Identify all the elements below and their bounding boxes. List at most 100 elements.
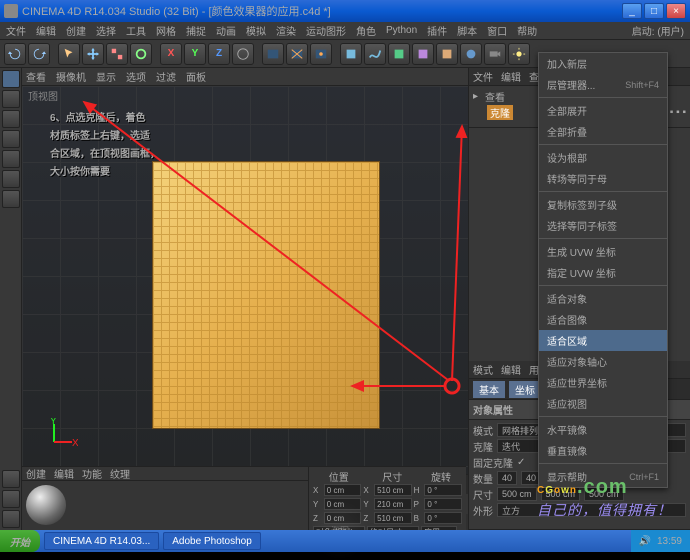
menu-char[interactable]: 角色	[356, 23, 376, 38]
ctx-item[interactable]: 适合对象	[539, 288, 667, 309]
light-button[interactable]	[508, 43, 530, 65]
edge-mode[interactable]	[2, 150, 20, 168]
menu-mesh[interactable]: 网格	[156, 23, 176, 38]
maximize-button[interactable]: □	[644, 3, 664, 19]
ctx-item[interactable]: 适应世界坐标	[539, 372, 667, 393]
render-clip[interactable]	[286, 43, 308, 65]
vp-filter[interactable]: 过滤	[156, 69, 176, 84]
attr-fix-check[interactable]: ✓	[517, 457, 525, 468]
ctx-item[interactable]: 适应对象轴心	[539, 351, 667, 372]
minimize-button[interactable]: _	[622, 3, 642, 19]
box-button[interactable]	[2, 510, 20, 528]
redo-button[interactable]	[28, 43, 50, 65]
system-tray[interactable]: 🔊 13:59	[631, 530, 690, 552]
coord-field[interactable]: 0 °	[424, 498, 462, 510]
om-item[interactable]: 查看	[485, 89, 505, 104]
ctx-item[interactable]: 水平镜像	[539, 419, 667, 440]
x-lock[interactable]: X	[160, 43, 182, 65]
modeling-button[interactable]	[412, 43, 434, 65]
poly-mode[interactable]	[2, 170, 20, 188]
menu-script[interactable]: 脚本	[457, 23, 477, 38]
y-lock[interactable]: Y	[184, 43, 206, 65]
vp-camera[interactable]: 摄像机	[56, 69, 86, 84]
ctx-item[interactable]: 加入新层	[539, 53, 667, 74]
workplane-button[interactable]	[2, 490, 20, 508]
menu-render[interactable]: 渲染	[276, 23, 296, 38]
menu-plugin[interactable]: 插件	[427, 23, 447, 38]
cloner-object[interactable]	[152, 161, 380, 429]
material-preview[interactable]	[26, 485, 66, 525]
ctx-item[interactable]: 全部折叠	[539, 121, 667, 142]
start-button[interactable]: 开始	[0, 530, 40, 552]
menu-create[interactable]: 创建	[66, 23, 86, 38]
menu-edit[interactable]: 编辑	[36, 23, 56, 38]
ctx-item[interactable]: 转场等同于母	[539, 168, 667, 189]
vp-display[interactable]: 显示	[96, 69, 116, 84]
coord-field[interactable]: 0 cm	[324, 498, 362, 510]
ctx-item[interactable]: 适合图像	[539, 309, 667, 330]
om-tab-file[interactable]: 文件	[473, 69, 493, 84]
attr-tab-mode[interactable]: 模式	[473, 362, 493, 377]
axis-mode[interactable]	[2, 110, 20, 128]
om-item-cloner[interactable]: 克隆	[487, 105, 513, 120]
select-tool[interactable]	[58, 43, 80, 65]
close-button[interactable]: ×	[666, 3, 686, 19]
menu-anim[interactable]: 动画	[216, 23, 236, 38]
undo-button[interactable]	[4, 43, 26, 65]
menu-sim[interactable]: 模拟	[246, 23, 266, 38]
om-tab-edit[interactable]: 编辑	[501, 69, 521, 84]
camera-button[interactable]	[484, 43, 506, 65]
ctx-item[interactable]: 适应视图	[539, 393, 667, 414]
coord-field[interactable]: 0 °	[424, 484, 462, 496]
ctx-item[interactable]: 垂直镜像	[539, 440, 667, 461]
menu-snap[interactable]: 捕捉	[186, 23, 206, 38]
tray-icon[interactable]: 🔊	[639, 536, 651, 547]
menu-mograph[interactable]: 运动图形	[306, 23, 346, 38]
menu-help[interactable]: 帮助	[517, 23, 537, 38]
coord-field[interactable]: 510 cm	[374, 484, 412, 496]
ctx-item[interactable]: 设为根部	[539, 147, 667, 168]
scale-tool[interactable]	[106, 43, 128, 65]
task-c4d[interactable]: CINEMA 4D R14.03...	[44, 532, 159, 550]
coord-field[interactable]: 0 °	[424, 512, 462, 524]
task-photoshop[interactable]: Adobe Photoshop	[163, 532, 261, 550]
point-mode[interactable]	[2, 130, 20, 148]
move-tool[interactable]	[82, 43, 104, 65]
ctx-item[interactable]: 生成 UVW 坐标	[539, 241, 667, 262]
render-view[interactable]	[262, 43, 284, 65]
object-mode[interactable]	[2, 90, 20, 108]
vp-options[interactable]: 选项	[126, 69, 146, 84]
ctx-item[interactable]: 指定 UVW 坐标	[539, 262, 667, 283]
mat-tab-create[interactable]: 创建	[26, 466, 46, 481]
ctx-item[interactable]: 适合区域	[539, 330, 667, 351]
coord-field[interactable]: 0 cm	[324, 512, 362, 524]
coord-field[interactable]: 0 cm	[324, 484, 362, 496]
viewport-canvas[interactable]: 顶视图 YX 6、点选克隆后，着色 材质标签上右键，选适 合区域，在顶视图画框，…	[22, 86, 468, 474]
attr-size-x[interactable]: 500 cm	[497, 487, 537, 501]
nurbs-button[interactable]	[388, 43, 410, 65]
prim-spline[interactable]	[364, 43, 386, 65]
rotate-tool[interactable]	[130, 43, 152, 65]
prim-cube[interactable]	[340, 43, 362, 65]
menu-python[interactable]: Python	[386, 25, 417, 36]
attr-page-coord[interactable]: 坐标	[509, 381, 541, 398]
attr-tab-edit[interactable]: 编辑	[501, 362, 521, 377]
ctx-item[interactable]: 选择等同子标签	[539, 215, 667, 236]
environ-button[interactable]	[460, 43, 482, 65]
coord-field[interactable]: 510 cm	[374, 512, 412, 524]
texture-mode[interactable]	[2, 190, 20, 208]
menu-tools[interactable]: 工具	[126, 23, 146, 38]
mat-tab-tex[interactable]: 纹理	[110, 466, 130, 481]
mat-tab-edit[interactable]: 编辑	[54, 466, 74, 481]
deformer-button[interactable]	[436, 43, 458, 65]
ctx-item[interactable]: 全部展开	[539, 100, 667, 121]
model-mode[interactable]	[2, 70, 20, 88]
z-lock[interactable]: Z	[208, 43, 230, 65]
ctx-item[interactable]: 复制标签到子级	[539, 194, 667, 215]
ctx-item[interactable]: 层管理器...Shift+F4	[539, 74, 667, 95]
coord-field[interactable]: 210 cm	[374, 498, 412, 510]
mat-tab-func[interactable]: 功能	[82, 466, 102, 481]
menu-window[interactable]: 窗口	[487, 23, 507, 38]
render-settings[interactable]	[310, 43, 332, 65]
attr-count-x[interactable]: 40	[497, 471, 517, 485]
